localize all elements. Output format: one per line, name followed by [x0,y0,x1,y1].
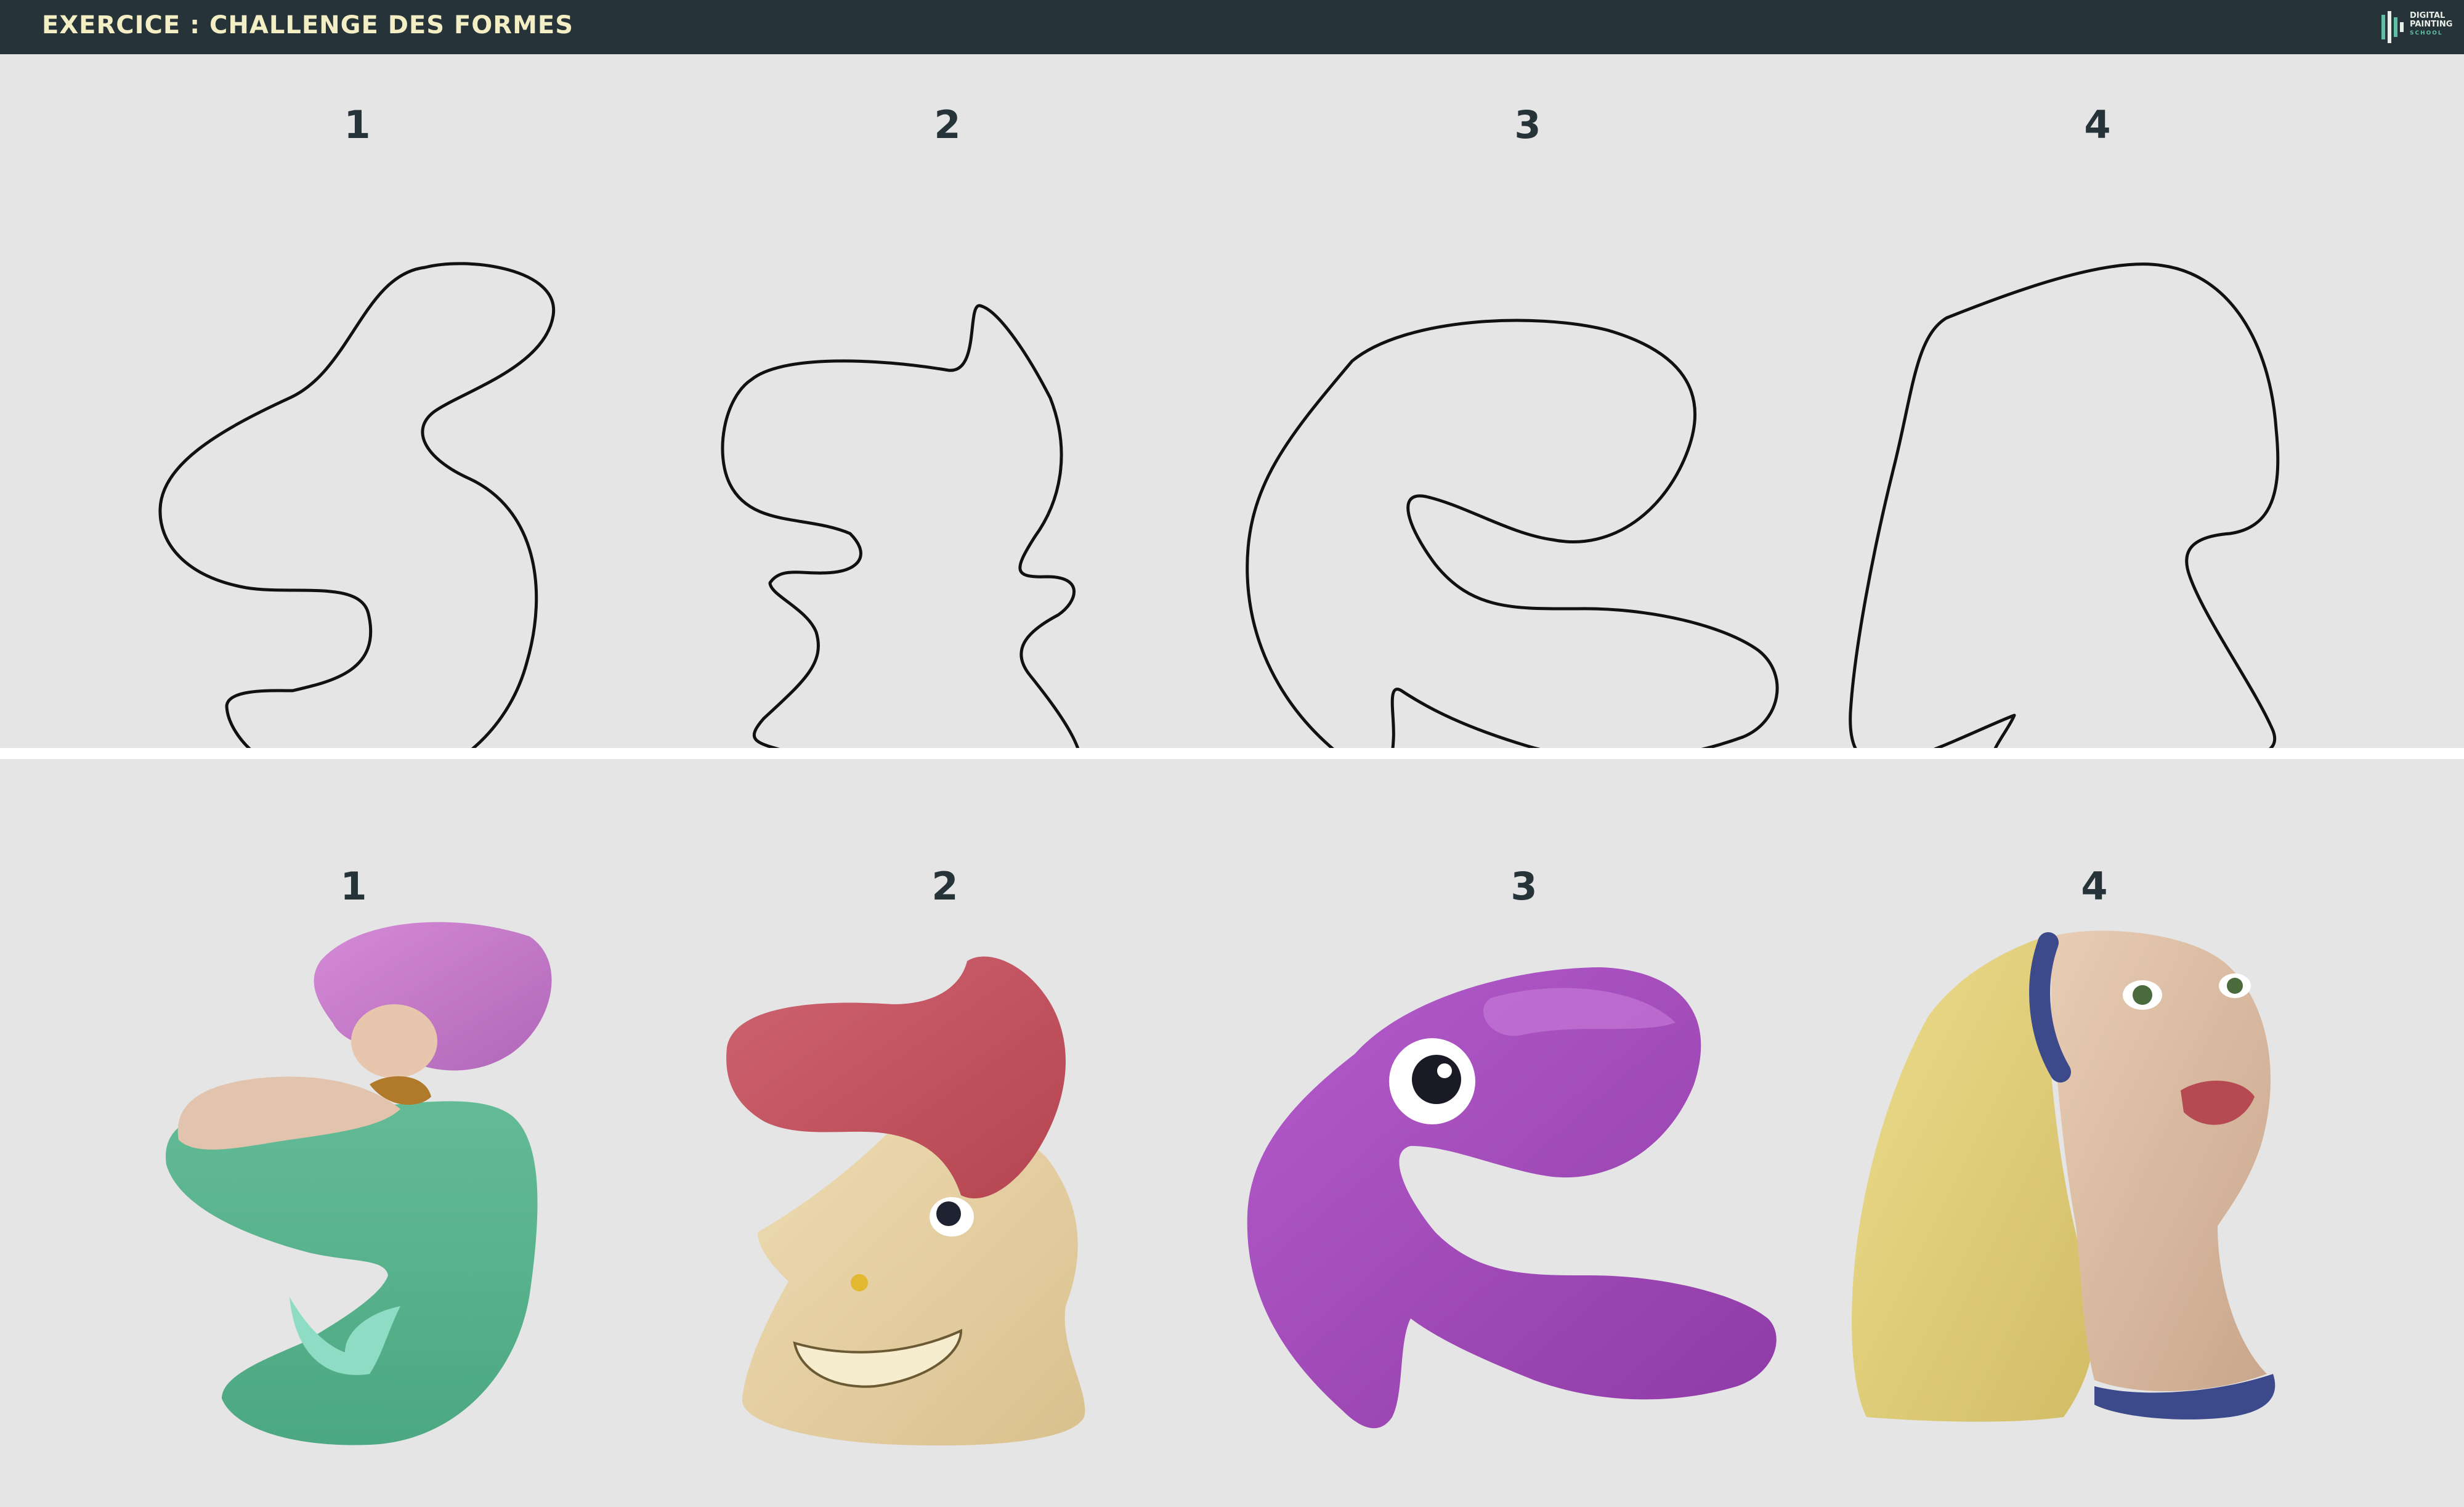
shapes-panel: 1 2 3 4 [0,54,2464,748]
shapes-outline-canvas [158,262,2280,748]
grinning-man-painting [726,956,1085,1446]
mermaid-face [351,1004,437,1078]
headscarf-girl-painting [1852,930,2276,1422]
page-title: EXERCICE : CHALLENGE DES FORMES [42,11,574,39]
blob-shape-3 [1246,319,1779,748]
octopus-eye-shine [1437,1063,1452,1078]
logo-icon [2381,11,2404,43]
blob-shape-2 [721,304,1080,748]
man-head [742,1112,1085,1446]
school-logo: DIGITAL PAINTING SCHOOL [2379,9,2453,46]
logo-text-line1: DIGITAL [2410,11,2446,20]
octopus-pupil [1412,1055,1461,1104]
octopus-painting [1247,967,1777,1429]
octopus-body [1247,967,1777,1429]
blob-shape-1 [158,262,556,748]
header-bar: EXERCICE : CHALLENGE DES FORMES DIGITAL … [0,0,2464,54]
mermaid-tail [166,1101,538,1445]
man-nose-ring [851,1274,868,1291]
logo-text-line2: PAINTING [2410,20,2453,29]
logo-text-line3: SCHOOL [2410,30,2443,36]
paintings-panel: 1 2 3 4 [0,759,2464,1507]
paintings-canvas [166,922,2276,1446]
girl-iris-right [2227,978,2243,994]
blob-shape-4 [1849,262,2280,748]
mermaid-painting [166,922,552,1445]
girl-iris-left [2133,985,2152,1005]
man-pupil [936,1201,961,1226]
